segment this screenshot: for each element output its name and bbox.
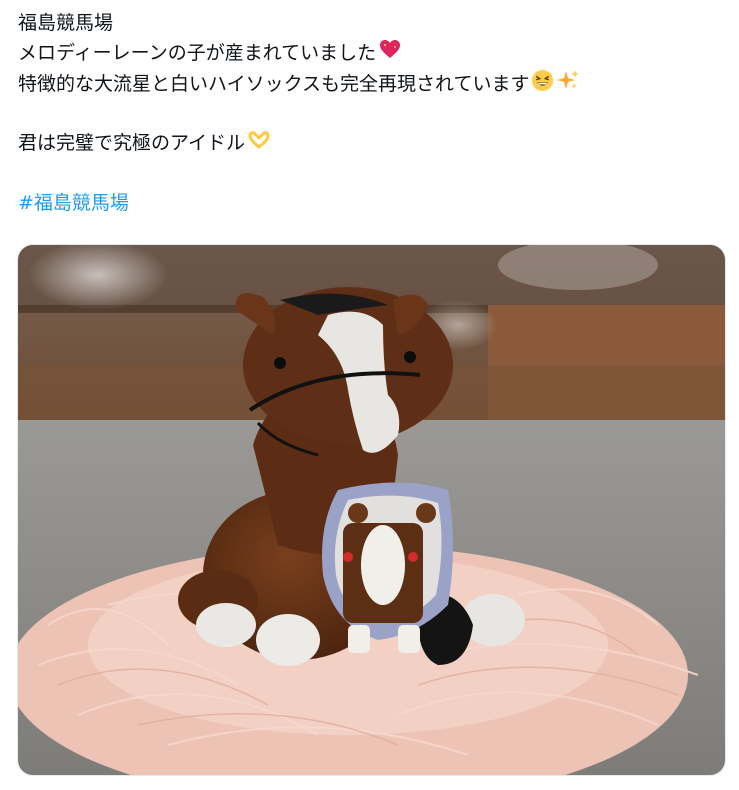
sparkling-heart-icon (378, 38, 402, 69)
sparkles-icon (556, 68, 580, 101)
post-line-3: 特徴的な大流星と白いハイソックスも完全再現されています (18, 68, 728, 98)
post-photo[interactable] (17, 244, 726, 776)
heart-hands-icon (247, 129, 271, 159)
post-line-5: #福島競馬場 (18, 188, 728, 218)
hashtag-link[interactable]: #福島競馬場 (18, 192, 129, 214)
post-line-4-text: 君は完璧で究極のアイドル (18, 132, 246, 154)
grinning-squinting-face-icon (531, 69, 554, 101)
post-line-2-text: メロディーレーンの子が産まれていました (18, 42, 377, 64)
post-text: 福島競馬場 メロディーレーンの子が産まれていました 特徴的な大流星と白いハイソッ… (18, 8, 728, 218)
post-line-2: メロディーレーンの子が産まれていました (18, 38, 728, 68)
photo-plush-horse (18, 245, 725, 775)
post-line-1: 福島競馬場 (18, 12, 114, 34)
post-line-3-text: 特徴的な大流星と白いハイソックスも完全再現されています (18, 73, 530, 95)
post-line-4: 君は完璧で究極のアイドル (18, 128, 728, 158)
